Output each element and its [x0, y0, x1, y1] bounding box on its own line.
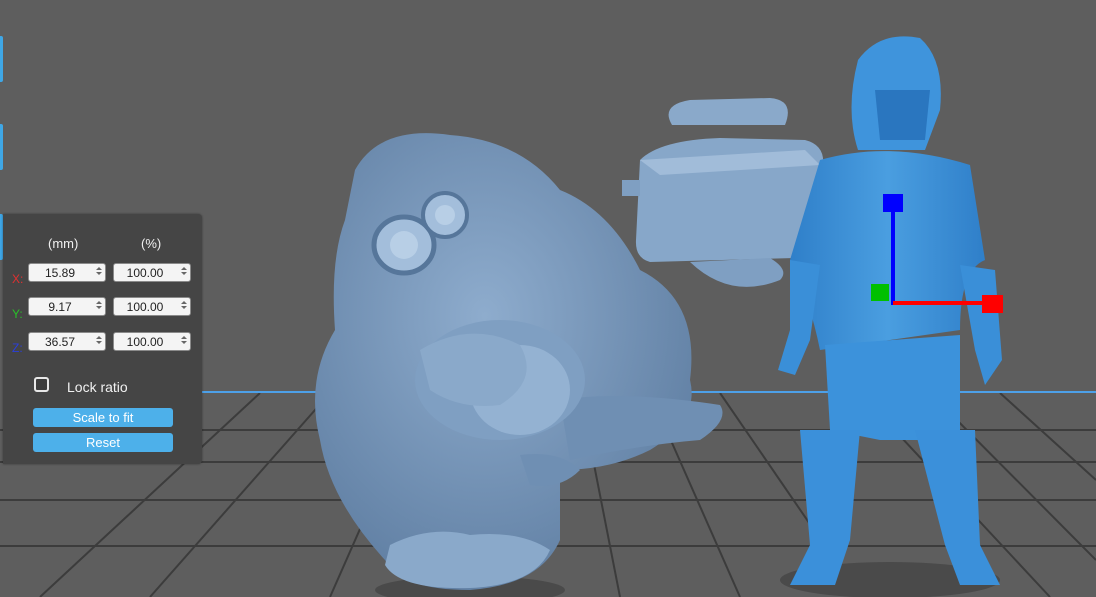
x-mm-input[interactable]: 15.89	[28, 263, 106, 282]
y-mm-input[interactable]: 9.17	[28, 297, 106, 316]
y-percent-value: 100.00	[126, 300, 164, 314]
left-toolbar-tab-2[interactable]	[0, 124, 3, 170]
y-mm-value: 9.17	[48, 300, 72, 314]
z-mm-value: 36.57	[44, 335, 76, 349]
lock-ratio-checkbox[interactable]	[34, 377, 49, 392]
left-toolbar-tab-1[interactable]	[0, 36, 3, 82]
scale-panel: (mm) (%) X: 15.89 100.00 Y: 9.17 100.00 …	[3, 214, 202, 464]
z-percent-input[interactable]: 100.00	[113, 332, 191, 351]
y-percent-input[interactable]: 100.00	[113, 297, 191, 316]
mm-column-header: (mm)	[48, 236, 79, 251]
spinner-arrows-icon[interactable]	[95, 335, 102, 348]
scale-to-fit-button[interactable]: Scale to fit	[33, 408, 173, 427]
z-percent-value: 100.00	[126, 335, 164, 349]
x-mm-value: 15.89	[44, 266, 76, 280]
armored-figure-model[interactable]	[778, 36, 1002, 597]
spinner-arrows-icon[interactable]	[180, 266, 187, 279]
lock-ratio-label: Lock ratio	[67, 379, 128, 395]
x-percent-value: 100.00	[126, 266, 164, 280]
spinner-arrows-icon[interactable]	[95, 300, 102, 313]
x-percent-input[interactable]: 100.00	[113, 263, 191, 282]
percent-column-header: (%)	[141, 236, 162, 251]
z-axis-label: Z:	[12, 341, 23, 355]
y-axis-label: Y:	[12, 307, 23, 321]
spinner-arrows-icon[interactable]	[180, 300, 187, 313]
spinner-arrows-icon[interactable]	[95, 266, 102, 279]
reset-button[interactable]: Reset	[33, 433, 173, 452]
x-axis-label: X:	[12, 272, 24, 286]
z-mm-input[interactable]: 36.57	[28, 332, 106, 351]
spinner-arrows-icon[interactable]	[180, 335, 187, 348]
